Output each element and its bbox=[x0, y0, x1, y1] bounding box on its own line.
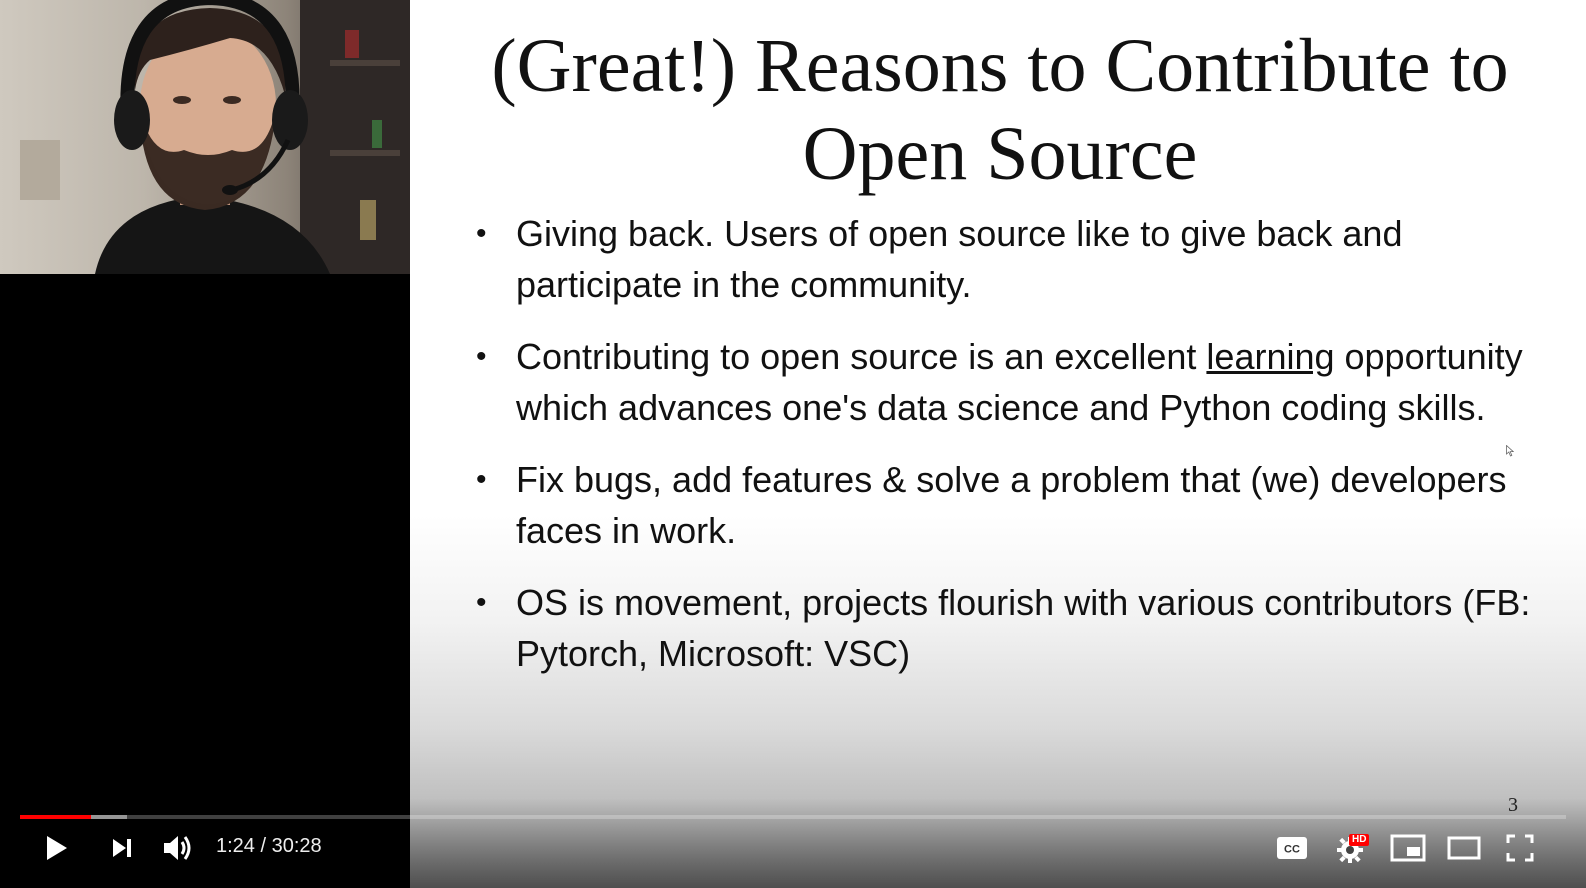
bullet-item: • Fix bugs, add features & solve a probl… bbox=[476, 454, 1556, 556]
bullet-list: • Giving back. Users of open source like… bbox=[476, 208, 1556, 700]
settings-button[interactable] bbox=[1328, 826, 1372, 870]
miniplayer-icon bbox=[1390, 834, 1426, 862]
next-icon bbox=[113, 839, 131, 857]
bullet-item: • Contributing to open source is an exce… bbox=[476, 331, 1556, 433]
slide-title: (Great!) Reasons to Contribute to Open S… bbox=[491, 24, 1509, 196]
bullet-dot: • bbox=[476, 340, 487, 373]
bullet-text-underlined: learning bbox=[1206, 336, 1335, 377]
video-frame[interactable]: (Great!) Reasons to Contribute to Open S… bbox=[0, 0, 1586, 888]
presentation-slide: (Great!) Reasons to Contribute to Open S… bbox=[410, 0, 1586, 888]
progress-bar[interactable] bbox=[20, 815, 1566, 819]
captions-icon: CC bbox=[1277, 837, 1307, 859]
hd-badge: HD bbox=[1349, 834, 1370, 846]
play-icon bbox=[47, 836, 67, 860]
volume-icon bbox=[164, 836, 191, 860]
captions-button[interactable]: CC bbox=[1270, 826, 1314, 870]
volume-button[interactable] bbox=[156, 826, 200, 870]
miniplayer-button[interactable] bbox=[1386, 826, 1430, 870]
theater-mode-icon bbox=[1447, 836, 1481, 860]
theater-mode-button[interactable] bbox=[1442, 826, 1486, 870]
webcam-overlay bbox=[0, 0, 410, 274]
bullet-item: • Giving back. Users of open source like… bbox=[476, 208, 1556, 310]
video-player[interactable]: (Great!) Reasons to Contribute to Open S… bbox=[0, 0, 1586, 888]
fullscreen-icon bbox=[1506, 834, 1534, 862]
mouse-cursor-icon bbox=[1506, 445, 1514, 457]
bullet-text: Giving back. Users of open source like t… bbox=[516, 213, 1403, 305]
time-display: 1:24 / 30:28 bbox=[216, 835, 322, 857]
bullet-text: OS is movement, projects flourish with v… bbox=[516, 582, 1531, 674]
next-button[interactable] bbox=[100, 826, 144, 870]
presenter-illustration bbox=[20, 0, 410, 274]
bullet-dot: • bbox=[476, 463, 487, 496]
bullet-dot: • bbox=[476, 586, 487, 619]
bullet-dot: • bbox=[476, 217, 487, 250]
bullet-text: Contributing to open source is an excell… bbox=[516, 336, 1207, 377]
progress-played bbox=[20, 815, 92, 819]
bullet-text: Fix bugs, add features & solve a problem… bbox=[516, 459, 1507, 551]
play-button[interactable] bbox=[34, 826, 78, 870]
fullscreen-button[interactable] bbox=[1498, 826, 1542, 870]
bullet-item: • OS is movement, projects flourish with… bbox=[476, 577, 1556, 679]
slide-page-number: 3 bbox=[1508, 794, 1518, 816]
svg-text:CC: CC bbox=[1284, 844, 1300, 856]
